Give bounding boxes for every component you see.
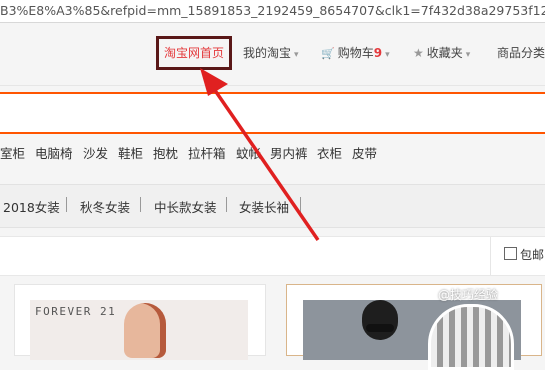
cart-menu[interactable]: 🛒 购物车9 ▾ bbox=[321, 45, 390, 63]
category-bar: 2018女装 秋冬女装 中长款女装 女装长袖 bbox=[0, 184, 545, 228]
hot-term[interactable]: 电脑椅 bbox=[35, 143, 73, 162]
divider bbox=[140, 197, 141, 212]
watermark: @技巧经验 bbox=[438, 288, 499, 302]
divider bbox=[226, 197, 227, 212]
hot-term[interactable]: 拉杆箱 bbox=[188, 143, 226, 162]
chevron-down-icon: ▾ bbox=[465, 50, 471, 60]
hot-search-terms: 室柜 电脑椅 沙发 鞋柜 抱枕 拉杆箱 蚊帐 男内裤 衣柜 皮带 bbox=[0, 140, 545, 162]
top-nav: 淘宝网首页 我的淘宝 ▾ 🛒 购物车9 ▾ ★ 收藏夹 ▾ 商品分类 bbox=[0, 23, 545, 86]
star-icon: ★ bbox=[413, 46, 424, 60]
hot-term[interactable]: 皮带 bbox=[352, 143, 377, 162]
divider bbox=[300, 197, 301, 212]
category-tab[interactable]: 2018女装 bbox=[3, 197, 60, 216]
my-taobao-label: 我的淘宝 bbox=[243, 46, 292, 60]
chevron-down-icon: ▾ bbox=[294, 50, 299, 60]
shopping-cart-icon: 🛒 bbox=[321, 47, 335, 60]
categories-menu[interactable]: 商品分类 bbox=[497, 45, 545, 61]
search-input[interactable] bbox=[0, 92, 545, 134]
divider bbox=[490, 237, 491, 275]
hot-term[interactable]: 衣柜 bbox=[317, 143, 342, 162]
cart-label: 购物车 bbox=[337, 46, 374, 60]
favorites-menu[interactable]: ★ 收藏夹 ▾ bbox=[413, 45, 470, 63]
categories-label: 商品分类 bbox=[497, 46, 545, 60]
model-figure bbox=[124, 303, 166, 358]
cap-image bbox=[428, 304, 514, 370]
address-url: B3%E8%A3%85&refpid=mm_15891853_2192459_8… bbox=[0, 3, 545, 18]
model-figure bbox=[362, 300, 398, 340]
free-shipping-checkbox[interactable] bbox=[504, 247, 517, 260]
brand-logo: FOREVER 21 bbox=[35, 305, 117, 318]
hot-term[interactable]: 室柜 bbox=[0, 143, 25, 162]
hot-term[interactable]: 蚊帐 bbox=[236, 143, 261, 162]
hot-term[interactable]: 鞋柜 bbox=[118, 143, 143, 162]
cart-count: 9 bbox=[373, 46, 383, 60]
sunglasses bbox=[366, 324, 394, 332]
category-tab[interactable]: 女装长袖 bbox=[239, 197, 289, 216]
free-shipping-label: 包邮 bbox=[520, 248, 545, 262]
category-tab[interactable]: 中长款女装 bbox=[154, 197, 217, 216]
divider bbox=[66, 197, 67, 212]
favorites-label: 收藏夹 bbox=[426, 46, 463, 60]
hot-term[interactable]: 沙发 bbox=[83, 143, 108, 162]
hot-term[interactable]: 抱枕 bbox=[153, 143, 178, 162]
home-link[interactable]: 淘宝网首页 bbox=[156, 36, 232, 70]
hot-term[interactable]: 男内裤 bbox=[270, 143, 308, 162]
my-taobao-menu[interactable]: 我的淘宝 ▾ bbox=[243, 45, 299, 63]
filter-bar bbox=[0, 236, 545, 276]
chevron-down-icon: ▾ bbox=[385, 50, 390, 60]
category-tab[interactable]: 秋冬女装 bbox=[80, 197, 130, 216]
address-bar[interactable]: B3%E8%A3%85&refpid=mm_15891853_2192459_8… bbox=[0, 0, 545, 23]
